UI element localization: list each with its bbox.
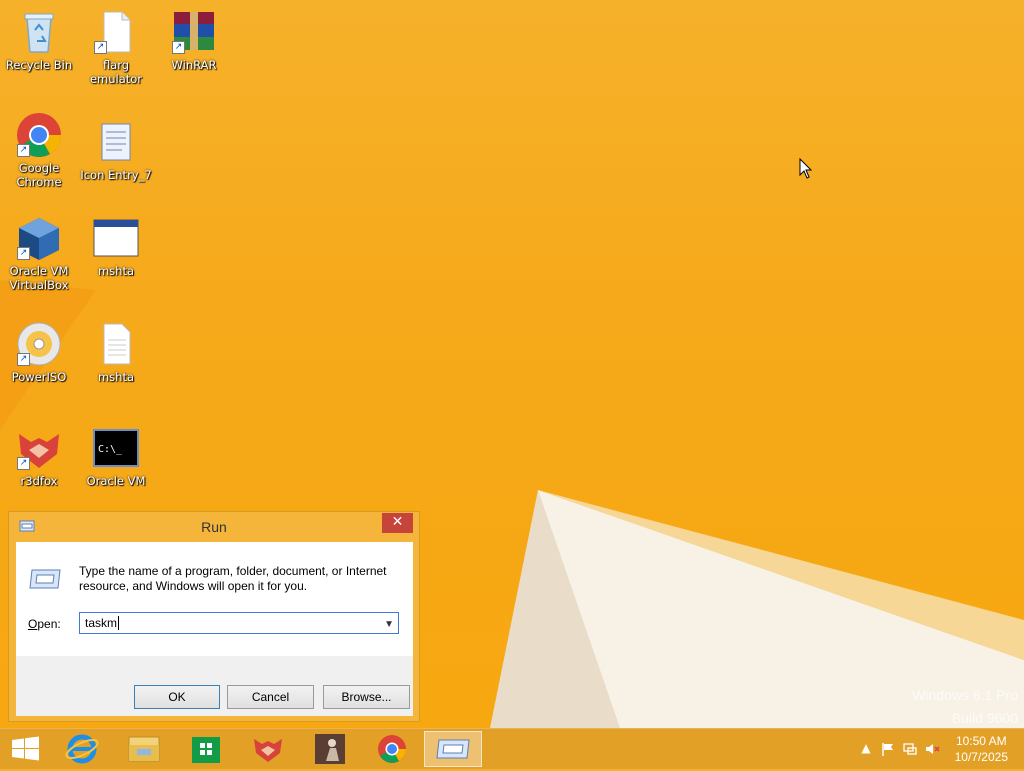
poweriso-shortcut[interactable]: ↗ PowerISO bbox=[1, 320, 77, 384]
shortcut-arrow-icon: ↗ bbox=[17, 144, 30, 157]
desktop-icon-label: Recycle Bin bbox=[5, 58, 73, 72]
window-app-icon bbox=[93, 219, 139, 257]
dialog-body: Type the name of a program, folder, docu… bbox=[16, 542, 413, 716]
shortcut-arrow-icon: ↗ bbox=[94, 41, 107, 54]
watermark-build: Build 9600 bbox=[951, 710, 1018, 726]
desktop-icon-label: WinRAR bbox=[171, 58, 217, 72]
taskbar-app[interactable] bbox=[304, 731, 356, 767]
desktop-icon-label: Icon Entry_7 bbox=[80, 168, 152, 182]
start-button[interactable] bbox=[0, 731, 52, 767]
run-dialog: Run ✕ Type the name of a program, folder… bbox=[8, 511, 420, 722]
oracle-vm-cmd-shortcut[interactable]: C:\_ Oracle VM bbox=[78, 424, 154, 488]
taskbar-chrome[interactable] bbox=[366, 731, 418, 767]
open-label-rest: pen: bbox=[37, 617, 61, 631]
flarg-emulator-shortcut[interactable]: ↗ flarg emulator bbox=[78, 8, 154, 86]
desktop-icon-label: mshta bbox=[97, 264, 135, 278]
clock-time: 10:50 AM bbox=[955, 734, 1007, 748]
windows-watermark: Windows 8.1 Pro Build 9600 bbox=[912, 684, 1018, 730]
desktop-icon-label: Oracle VM VirtualBox bbox=[9, 264, 69, 292]
action-center-flag-icon[interactable] bbox=[880, 741, 896, 757]
system-tray: ▲ 10:50 AM 10/7/2025 bbox=[844, 729, 1024, 769]
taskbar: ▲ 10:50 AM 10/7/2025 bbox=[0, 728, 1024, 769]
store-icon bbox=[192, 737, 220, 763]
r3dfox-shortcut[interactable]: ↗ r3dfox bbox=[1, 424, 77, 488]
taskbar-internet-explorer[interactable] bbox=[56, 731, 108, 767]
open-label: Open: bbox=[28, 617, 61, 631]
icon-entry-7-shortcut[interactable]: Icon Entry_7 bbox=[78, 118, 154, 182]
shortcut-arrow-icon: ↗ bbox=[17, 247, 30, 260]
google-chrome-shortcut[interactable]: ↗ Google Chrome bbox=[1, 111, 77, 189]
taskbar-store[interactable] bbox=[180, 731, 232, 767]
winrar-shortcut[interactable]: ↗ WinRAR bbox=[156, 8, 232, 72]
dialog-title: Run bbox=[201, 519, 227, 535]
desktop-icon-label: Oracle VM bbox=[86, 474, 146, 488]
desktop-icon-label: Google Chrome bbox=[16, 161, 62, 189]
browse-button[interactable]: Browse... bbox=[323, 685, 410, 709]
app-icon bbox=[315, 734, 345, 764]
mouse-cursor-icon bbox=[799, 158, 813, 179]
shortcut-arrow-icon: ↗ bbox=[17, 457, 30, 470]
notepad-icon bbox=[101, 123, 131, 161]
internet-explorer-icon bbox=[65, 734, 99, 764]
svg-text:C:\_: C:\_ bbox=[98, 444, 123, 455]
oracle-vm-virtualbox-shortcut[interactable]: ↗ Oracle VM VirtualBox bbox=[1, 214, 77, 292]
open-input[interactable]: taskm ▼ bbox=[79, 612, 399, 634]
desktop-icon-label: flarg emulator bbox=[89, 58, 143, 86]
desktop-icon-label: r3dfox bbox=[20, 474, 58, 488]
cmd-icon: C:\_ bbox=[93, 429, 139, 467]
watermark-edition: Windows 8.1 Pro bbox=[912, 687, 1018, 703]
desktop-icon-label: mshta bbox=[97, 370, 135, 384]
shortcut-arrow-icon: ↗ bbox=[172, 41, 185, 54]
taskbar-clock[interactable]: 10:50 AM 10/7/2025 bbox=[955, 733, 1008, 765]
text-caret bbox=[118, 616, 120, 630]
taskbar-file-explorer[interactable] bbox=[118, 731, 170, 767]
desktop-icon-label: PowerISO bbox=[11, 370, 67, 384]
shortcut-arrow-icon: ↗ bbox=[17, 353, 30, 366]
start-icon bbox=[12, 736, 39, 761]
file-explorer-icon bbox=[128, 736, 160, 762]
volume-muted-icon[interactable] bbox=[924, 741, 940, 757]
close-button[interactable]: ✕ bbox=[382, 513, 413, 533]
taskbar-r3dfox[interactable] bbox=[242, 731, 294, 767]
show-hidden-icons-chevron-up-icon[interactable]: ▲ bbox=[858, 741, 874, 757]
mshta-app-shortcut[interactable]: mshta bbox=[78, 214, 154, 278]
recycle-bin-icon bbox=[24, 13, 54, 53]
network-icon[interactable] bbox=[902, 741, 918, 757]
chevron-down-icon[interactable]: ▼ bbox=[384, 617, 394, 633]
mshta-file-shortcut[interactable]: mshta bbox=[78, 320, 154, 384]
taskbar-run[interactable] bbox=[424, 731, 482, 767]
ok-button[interactable]: OK bbox=[134, 685, 220, 709]
chrome-icon bbox=[378, 735, 406, 763]
open-input-value: taskm bbox=[85, 616, 118, 630]
run-icon bbox=[29, 569, 61, 589]
recycle-bin-shortcut[interactable]: Recycle Bin bbox=[1, 8, 77, 72]
run-icon bbox=[436, 739, 470, 759]
r3dfox-icon bbox=[254, 739, 282, 762]
dialog-description: Type the name of a program, folder, docu… bbox=[79, 564, 387, 593]
clock-date: 10/7/2025 bbox=[954, 750, 1008, 764]
text-file-icon bbox=[103, 323, 131, 365]
cancel-button[interactable]: Cancel bbox=[227, 685, 314, 709]
